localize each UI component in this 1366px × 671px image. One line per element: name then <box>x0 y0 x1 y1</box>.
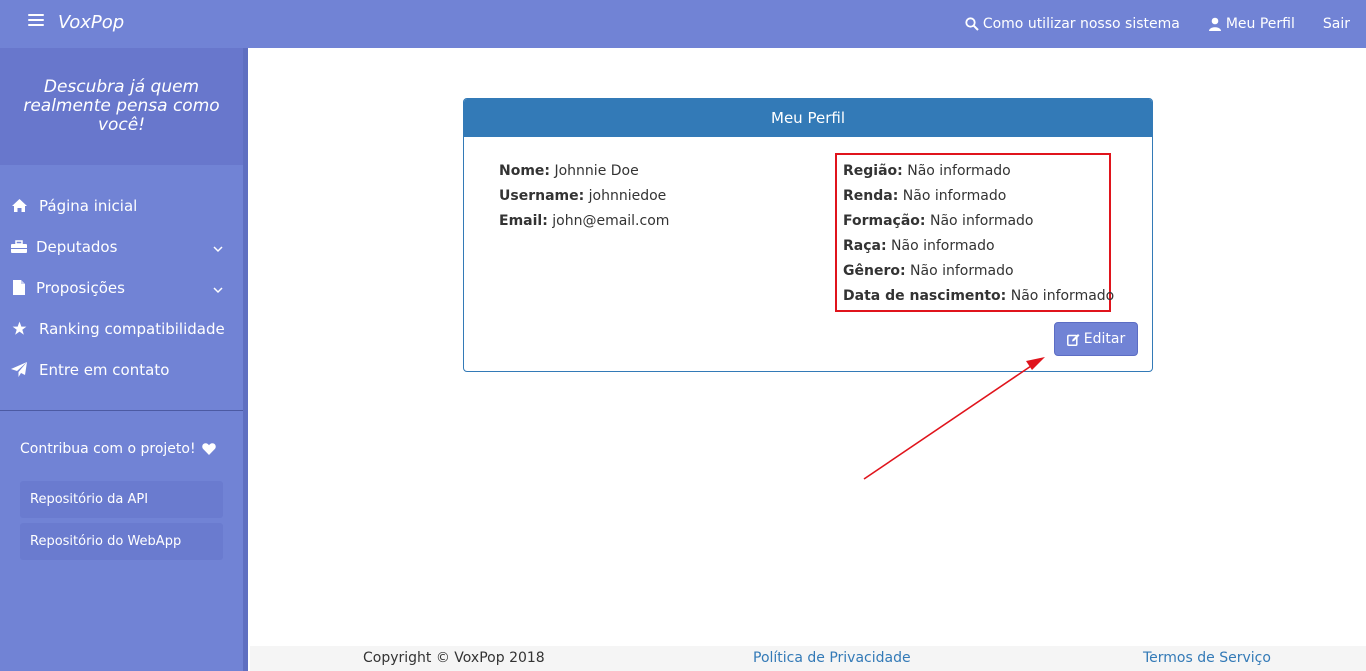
file-icon <box>10 279 28 297</box>
privacy-policy-link[interactable]: Política de Privacidade <box>753 650 911 666</box>
field-label: Região: <box>843 163 903 179</box>
sidebar-divider <box>0 410 243 411</box>
sidebar-item-label: Proposições <box>36 278 125 297</box>
field-value: Não informado <box>902 188 1007 204</box>
field-regiao: Região: Não informado <box>843 163 1011 179</box>
sidebar-item-ranking[interactable]: Ranking compatibilidade <box>0 308 243 349</box>
field-value: Johnnie Doe <box>554 163 639 179</box>
sidebar-item-proposicoes[interactable]: Proposições <box>0 267 243 308</box>
sidebar-edge <box>243 48 248 671</box>
sidebar: Descubra já quem realmente pensa como vo… <box>0 48 243 671</box>
field-email: Email: john@email.com <box>499 213 669 229</box>
field-label: Nome: <box>499 163 551 179</box>
contribute-label: Contribua com o projeto! <box>20 441 196 457</box>
navbar-links: Como utilizar nosso sistema Meu Perfil S… <box>937 0 1350 48</box>
hamburger-menu-icon[interactable] <box>28 14 44 28</box>
edit-button-label: Editar <box>1083 331 1126 347</box>
sidebar-menu: Página inicial Deputados Proposições Ran… <box>0 185 243 390</box>
send-icon <box>10 361 28 379</box>
field-raca: Raça: Não informado <box>843 238 995 254</box>
footer-copyright: Copyright © VoxPop 2018 <box>363 650 545 666</box>
repo-api-button[interactable]: Repositório da API <box>20 481 223 518</box>
home-icon <box>10 197 28 215</box>
edit-profile-button[interactable]: Editar <box>1054 322 1138 356</box>
top-navbar: VoxPop Como utilizar nosso sistema Meu P… <box>0 0 1366 48</box>
field-value: Não informado <box>929 213 1034 229</box>
profile-card-title: Meu Perfil <box>464 99 1152 137</box>
field-label: Gênero: <box>843 263 906 279</box>
profile-link-label: Meu Perfil <box>1225 16 1295 32</box>
sidebar-item-home[interactable]: Página inicial <box>0 185 243 226</box>
field-label: Email: <box>499 213 548 229</box>
sidebar-item-deputados[interactable]: Deputados <box>0 226 243 267</box>
field-value: Não informado <box>891 238 995 254</box>
field-formacao: Formação: Não informado <box>843 213 1034 229</box>
chevron-down-icon[interactable] <box>213 239 223 257</box>
briefcase-icon <box>10 238 28 256</box>
help-link[interactable]: Como utilizar nosso sistema <box>965 16 1180 32</box>
sidebar-item-label: Deputados <box>36 237 118 256</box>
help-link-label: Como utilizar nosso sistema <box>982 16 1180 32</box>
tagline-panel: Descubra já quem realmente pensa como vo… <box>0 48 243 165</box>
search-icon <box>965 17 979 31</box>
field-value: john@email.com <box>552 213 670 229</box>
chevron-down-icon[interactable] <box>213 280 223 298</box>
edit-icon <box>1066 333 1080 346</box>
heart-icon <box>201 443 216 455</box>
field-genero: Gênero: Não informado <box>843 263 1014 279</box>
sidebar-item-contato[interactable]: Entre em contato <box>0 349 243 390</box>
field-label: Renda: <box>843 188 899 204</box>
logout-link[interactable]: Sair <box>1323 16 1350 32</box>
profile-link[interactable]: Meu Perfil <box>1208 16 1295 32</box>
sidebar-item-label: Página inicial <box>39 196 138 215</box>
field-label: Formação: <box>843 213 926 229</box>
field-data-nascimento: Data de nascimento: Não informado <box>843 288 1114 304</box>
sidebar-item-label: Ranking compatibilidade <box>39 319 225 338</box>
field-label: Data de nascimento: <box>843 288 1007 304</box>
field-value: johnniedoe <box>588 188 667 204</box>
star-icon <box>10 320 28 338</box>
field-value: Não informado <box>907 163 1011 179</box>
footer: Copyright © VoxPop 2018 Política de Priv… <box>250 646 1366 671</box>
brand-logo[interactable]: VoxPop <box>58 12 124 33</box>
terms-of-service-link[interactable]: Termos de Serviço <box>1143 650 1271 666</box>
contribute-heading: Contribua com o projeto! <box>20 441 216 457</box>
field-username: Username: johnniedoe <box>499 188 666 204</box>
sidebar-item-label: Entre em contato <box>39 360 170 379</box>
field-value: Não informado <box>1010 288 1115 304</box>
user-icon <box>1208 17 1221 31</box>
repo-webapp-button[interactable]: Repositório do WebApp <box>20 523 223 560</box>
field-value: Não informado <box>910 263 1014 279</box>
logout-link-label: Sair <box>1322 16 1350 32</box>
field-label: Raça: <box>843 238 887 254</box>
field-label: Username: <box>499 188 585 204</box>
field-nome: Nome: Johnnie Doe <box>499 163 639 179</box>
profile-card: Meu Perfil Nome: Johnnie Doe Username: j… <box>463 98 1153 372</box>
tagline: Descubra já quem realmente pensa como vo… <box>23 77 220 135</box>
field-renda: Renda: Não informado <box>843 188 1006 204</box>
